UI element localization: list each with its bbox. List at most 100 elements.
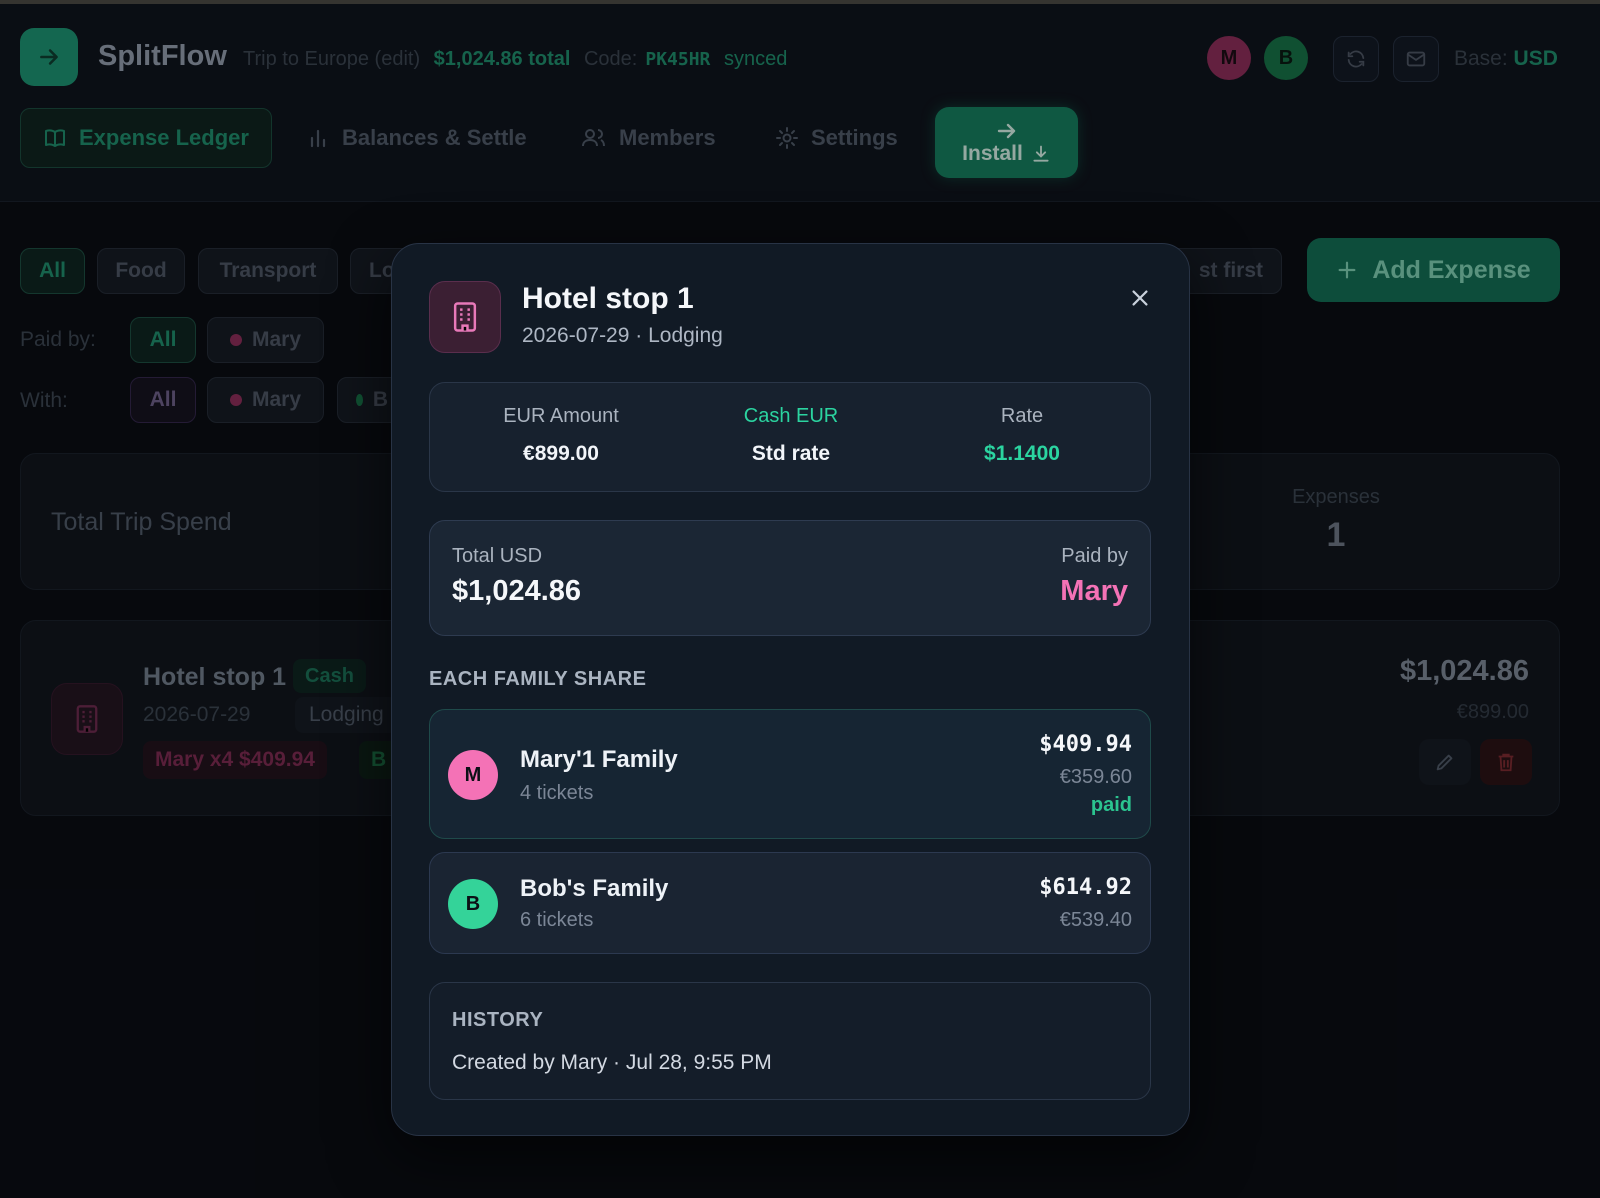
total-spend-label: Total Trip Spend	[51, 508, 232, 536]
family-share-title: EACH FAMILY SHARE	[429, 668, 647, 690]
family-share-mary: M Mary'1 Family 4 tickets $409.94 €359.6…	[429, 709, 1151, 839]
stat-label: EUR Amount	[503, 405, 619, 427]
chip-label: Food	[115, 259, 167, 282]
users-icon	[582, 129, 605, 147]
cash-eur-stat: Cash EUR Std rate	[671, 405, 911, 466]
family-tickets: 4 tickets	[520, 782, 594, 804]
avatar: M	[448, 750, 498, 800]
tab-settings[interactable]: Settings	[775, 108, 898, 168]
expense-category: Lodging	[295, 697, 398, 733]
family-eur: €539.40	[1059, 909, 1132, 931]
install-label: Install	[962, 141, 1023, 165]
app-header: SplitFlow Trip to Europe (edit) $1,024.8…	[0, 4, 1600, 202]
filter-category-food[interactable]: Food	[97, 248, 185, 294]
sync-status: synced	[723, 48, 788, 70]
history-entry: Created by Mary · Jul 28, 9:55 PM	[452, 1051, 772, 1074]
expense-eur: €899.00	[1456, 701, 1529, 723]
building-icon	[76, 705, 98, 733]
mail-button[interactable]	[1393, 36, 1439, 82]
paid-by-label: Paid by:	[20, 328, 96, 351]
history-title: HISTORY	[452, 1009, 544, 1031]
family-eur: €359.60	[1059, 766, 1132, 788]
chip-label: Mary	[251, 328, 302, 351]
expenses-label: Expenses	[1292, 486, 1380, 508]
stat-label: Cash EUR	[743, 405, 839, 427]
stat-value: Std rate	[751, 442, 831, 465]
base-currency[interactable]: Base: USD	[1454, 47, 1558, 71]
modal-title: Hotel stop 1	[522, 282, 694, 315]
paid-by-value: Mary	[1060, 575, 1128, 607]
family-usd: $614.92	[1039, 875, 1132, 900]
tab-label: Expense Ledger	[79, 125, 249, 150]
refresh-icon	[1347, 50, 1365, 68]
total-usd-value: $1,024.86	[452, 575, 582, 607]
download-icon	[1033, 145, 1049, 162]
tab-label: Members	[619, 125, 716, 150]
install-button[interactable]: Install	[935, 107, 1078, 178]
app-brand: SplitFlow	[98, 40, 227, 72]
arrow-right-icon	[40, 49, 58, 65]
stat-value: $1.1400	[984, 442, 1060, 465]
tab-members[interactable]: Members	[581, 108, 716, 168]
expense-date: 2026-07-29	[143, 703, 251, 726]
filter-category-transport[interactable]: Transport	[198, 248, 338, 294]
filter-category-all[interactable]: All	[20, 248, 85, 294]
tab-expense-ledger[interactable]: Expense Ledger	[20, 108, 272, 168]
tab-balances[interactable]: Balances & Settle	[306, 108, 527, 168]
code-label: Code:	[583, 48, 638, 70]
tab-label: Balances & Settle	[342, 125, 527, 150]
trip-info: Trip to Europe (edit) $1,024.86 total Co…	[243, 48, 795, 71]
chip-label: All	[149, 328, 177, 351]
modal-subtitle: 2026-07-29 · Lodging	[522, 324, 723, 347]
payment-badge: Cash	[293, 659, 366, 693]
mary-dot	[229, 334, 242, 346]
filter-paid-mary[interactable]: Mary	[207, 317, 324, 363]
total-usd-label: Total USD	[452, 545, 543, 567]
close-button[interactable]	[1125, 283, 1155, 313]
with-label: With:	[20, 389, 68, 412]
mail-icon	[1406, 51, 1426, 67]
arrow-right-icon	[997, 123, 1015, 138]
trash-icon	[1498, 753, 1514, 772]
mary-dot	[229, 394, 242, 406]
avatar-mary[interactable]: M	[1207, 36, 1251, 80]
total-box: Total USD $1,024.86 Paid by Mary	[429, 520, 1151, 636]
avatar-bob[interactable]: B	[1264, 36, 1308, 80]
expense-detail-modal: Hotel stop 1 2026-07-29 · Lodging EUR Am…	[391, 243, 1190, 1136]
logo[interactable]	[20, 28, 78, 86]
family-usd: $409.94	[1039, 732, 1132, 757]
filter-with-all[interactable]: All	[130, 377, 196, 423]
building-icon	[453, 302, 477, 332]
paid-by-label: Paid by	[1061, 545, 1128, 567]
edit-button[interactable]	[1419, 739, 1471, 785]
close-icon	[1132, 290, 1148, 306]
delete-button[interactable]	[1480, 739, 1532, 785]
refresh-button[interactable]	[1333, 36, 1379, 82]
family-share-bob: B Bob's Family 6 tickets $614.92 €539.40	[429, 852, 1151, 954]
expenses-count: 1	[1326, 516, 1346, 554]
chip-label: B	[372, 388, 388, 411]
rate-stat: Rate $1.1400	[902, 405, 1142, 466]
bar-chart-icon	[310, 129, 326, 148]
eur-amount-stat: EUR Amount €899.00	[441, 405, 681, 466]
family-name: Bob's Family	[520, 875, 669, 902]
base-currency-value: USD	[1513, 47, 1558, 70]
trip-code[interactable]: PK45HR	[645, 49, 710, 70]
add-expense-label: Add Expense	[1372, 255, 1531, 284]
stat-value: €899.00	[523, 442, 599, 465]
expense-title: Hotel stop 1	[143, 663, 287, 691]
filter-paid-all[interactable]: All	[130, 317, 196, 363]
plus-icon	[1338, 261, 1356, 279]
add-expense-button[interactable]: Add Expense	[1307, 238, 1560, 302]
trip-name[interactable]: Trip to Europe (edit)	[243, 48, 420, 70]
avatar: B	[448, 879, 498, 929]
chip-label: All	[39, 259, 66, 282]
filter-with-mary[interactable]: Mary	[207, 377, 324, 423]
family-name: Mary'1 Family	[520, 746, 678, 773]
expense-category-icon	[51, 683, 123, 755]
gear-icon	[776, 127, 798, 149]
family-tickets: 6 tickets	[520, 909, 594, 931]
chip-label: Transport	[219, 259, 317, 282]
pencil-icon	[1436, 754, 1453, 771]
stat-label: Rate	[1000, 405, 1044, 427]
